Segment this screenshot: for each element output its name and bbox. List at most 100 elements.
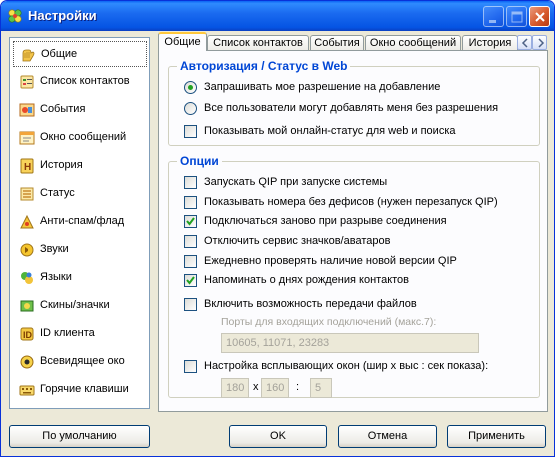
sidebar-item-hotkeys[interactable]: Горячие клавиши <box>13 377 147 403</box>
sidebar-item-label: ID клиента <box>40 327 95 339</box>
group-title: Опции <box>177 154 222 168</box>
sidebar-item-general[interactable]: Общие <box>13 41 147 67</box>
checkbox-label: Настройка всплывающих окон (шир x выс : … <box>204 360 489 372</box>
checkbox[interactable] <box>184 125 197 138</box>
svg-text:ID: ID <box>23 330 33 340</box>
ok-button[interactable]: OK <box>229 425 327 448</box>
defaults-button[interactable]: По умолчанию <box>9 425 150 448</box>
sounds-icon <box>19 242 35 258</box>
group-title: Авторизация / Статус в Web <box>177 59 351 73</box>
radio-button[interactable] <box>184 81 197 94</box>
cancel-button[interactable]: Отмена <box>338 425 437 448</box>
sidebar-item-label: Окно сообщений <box>40 131 127 143</box>
chevron-right-icon <box>538 38 545 48</box>
sidebar-item-label: События <box>40 103 86 115</box>
sidebar-item-label: Всевидящее око <box>40 355 125 367</box>
hotkeys-icon <box>19 382 35 398</box>
sidebar-item-contacts[interactable]: Список контактов <box>13 69 147 95</box>
checkbox-label: Показывать мой онлайн-статус для web и п… <box>204 125 456 137</box>
tab-message-window[interactable]: Окно сообщений <box>365 35 461 51</box>
sidebar-item-label: История <box>40 159 83 171</box>
checkbox[interactable] <box>184 360 197 373</box>
checkbox[interactable] <box>184 255 197 268</box>
popup-colon-separator: : <box>296 381 300 393</box>
sidebar-item-sounds[interactable]: Звуки <box>13 237 147 263</box>
contacts-list-icon <box>19 74 35 90</box>
history-icon: H <box>19 158 35 174</box>
sidebar-item-label: Анти-спам/флад <box>40 215 125 227</box>
qip-flower-icon <box>7 8 23 24</box>
tab-scroll-right-button[interactable] <box>532 35 547 50</box>
radio-label: Все пользователи могут добавлять меня бе… <box>204 102 499 114</box>
settings-tabs: Общие Список контактов События Окно сооб… <box>158 32 547 51</box>
status-icon <box>19 186 35 202</box>
title-bar[interactable]: Настройки <box>1 1 554 31</box>
tab-scroll-left-button[interactable] <box>517 35 532 50</box>
check-mark-icon <box>186 276 195 285</box>
checkbox-label: Включить возможность передачи файлов <box>204 298 417 310</box>
radio-selected-dot <box>188 85 193 90</box>
sidebar-item-client-id[interactable]: ID ID клиента <box>13 321 147 347</box>
skins-icon <box>19 298 35 314</box>
settings-category-list[interactable]: Общие Список контактов События Окно сооб… <box>9 37 150 409</box>
checkbox-label: Запускать QIP при запуске системы <box>204 176 388 188</box>
checkbox[interactable] <box>184 215 197 228</box>
message-window-icon <box>19 130 35 146</box>
tab-events[interactable]: События <box>310 35 364 51</box>
client-id-icon: ID <box>19 326 35 342</box>
sidebar-item-skins[interactable]: Скины/значки <box>13 293 147 319</box>
popup-x-separator: x <box>253 381 259 393</box>
sidebar-item-label: Статус <box>40 187 75 199</box>
tab-contacts[interactable]: Список контактов <box>207 35 309 51</box>
checkbox-label: Ежедневно проверять наличие новой версии… <box>204 255 457 267</box>
sidebar-item-history[interactable]: H История <box>13 153 147 179</box>
sidebar-item-status[interactable]: Статус <box>13 181 147 207</box>
radio-button[interactable] <box>184 102 197 115</box>
all-seeing-eye-icon <box>19 354 35 370</box>
antispam-icon <box>19 214 35 230</box>
sidebar-item-all-seeing-eye[interactable]: Всевидящее око <box>13 349 147 375</box>
checkbox[interactable] <box>184 176 197 189</box>
checkbox-label: Напоминать о днях рождения контактов <box>204 274 410 286</box>
sidebar-item-label: Список контактов <box>40 75 130 87</box>
sidebar-item-label: Общие <box>41 48 78 60</box>
chevron-left-icon <box>521 38 528 48</box>
general-tab-panel: Авторизация / Статус в Web Запрашивать м… <box>158 50 548 412</box>
svg-text:H: H <box>24 162 31 173</box>
tab-history[interactable]: История <box>462 35 518 51</box>
checkbox[interactable] <box>184 235 197 248</box>
popup-height-input[interactable]: 160 <box>261 378 289 398</box>
close-button[interactable] <box>529 6 550 27</box>
tab-general[interactable]: Общие <box>158 32 207 51</box>
ports-input[interactable]: 10605, 11071, 23283 <box>221 333 479 353</box>
options-group: Опции Запускать QIP при запуске системы … <box>168 154 540 398</box>
events-icon <box>19 102 35 118</box>
sidebar-item-label: Горячие клавиши <box>40 383 129 395</box>
checkbox[interactable] <box>184 298 197 311</box>
sidebar-item-antispam[interactable]: Анти-спам/флад <box>13 209 147 235</box>
settings-hands-icon <box>20 47 36 63</box>
sidebar-item-events[interactable]: События <box>13 97 147 123</box>
checkbox-label: Показывать номера без дефисов (нужен пер… <box>204 196 498 208</box>
checkbox[interactable] <box>184 274 197 287</box>
apply-button[interactable]: Применить <box>447 425 546 448</box>
auth-status-group: Авторизация / Статус в Web Запрашивать м… <box>168 59 540 146</box>
minimize-button[interactable] <box>483 6 504 27</box>
sidebar-item-languages[interactable]: Языки <box>13 265 147 291</box>
sidebar-item-label: Языки <box>40 271 72 283</box>
sidebar-item-label: Скины/значки <box>40 299 110 311</box>
checkbox-label: Подключаться заново при разрыве соединен… <box>204 215 447 227</box>
popup-width-input[interactable]: 180 <box>221 378 249 398</box>
radio-label: Запрашивать мое разрешение на добавление <box>204 81 441 93</box>
checkbox[interactable] <box>184 196 197 209</box>
sidebar-item-label: Звуки <box>40 243 69 255</box>
ports-label: Порты для входящих подключений (макс.7): <box>221 316 437 328</box>
popup-seconds-input[interactable]: 5 <box>310 378 332 398</box>
maximize-button[interactable] <box>506 6 527 27</box>
sidebar-item-message-window[interactable]: Окно сообщений <box>13 125 147 151</box>
checkbox-label: Отключить сервис значков/аватаров <box>204 235 391 247</box>
settings-window: Настройки Общие Список контактов События… <box>0 0 555 457</box>
check-mark-icon <box>186 217 195 226</box>
languages-icon <box>19 270 35 286</box>
window-title: Настройки <box>28 8 97 23</box>
